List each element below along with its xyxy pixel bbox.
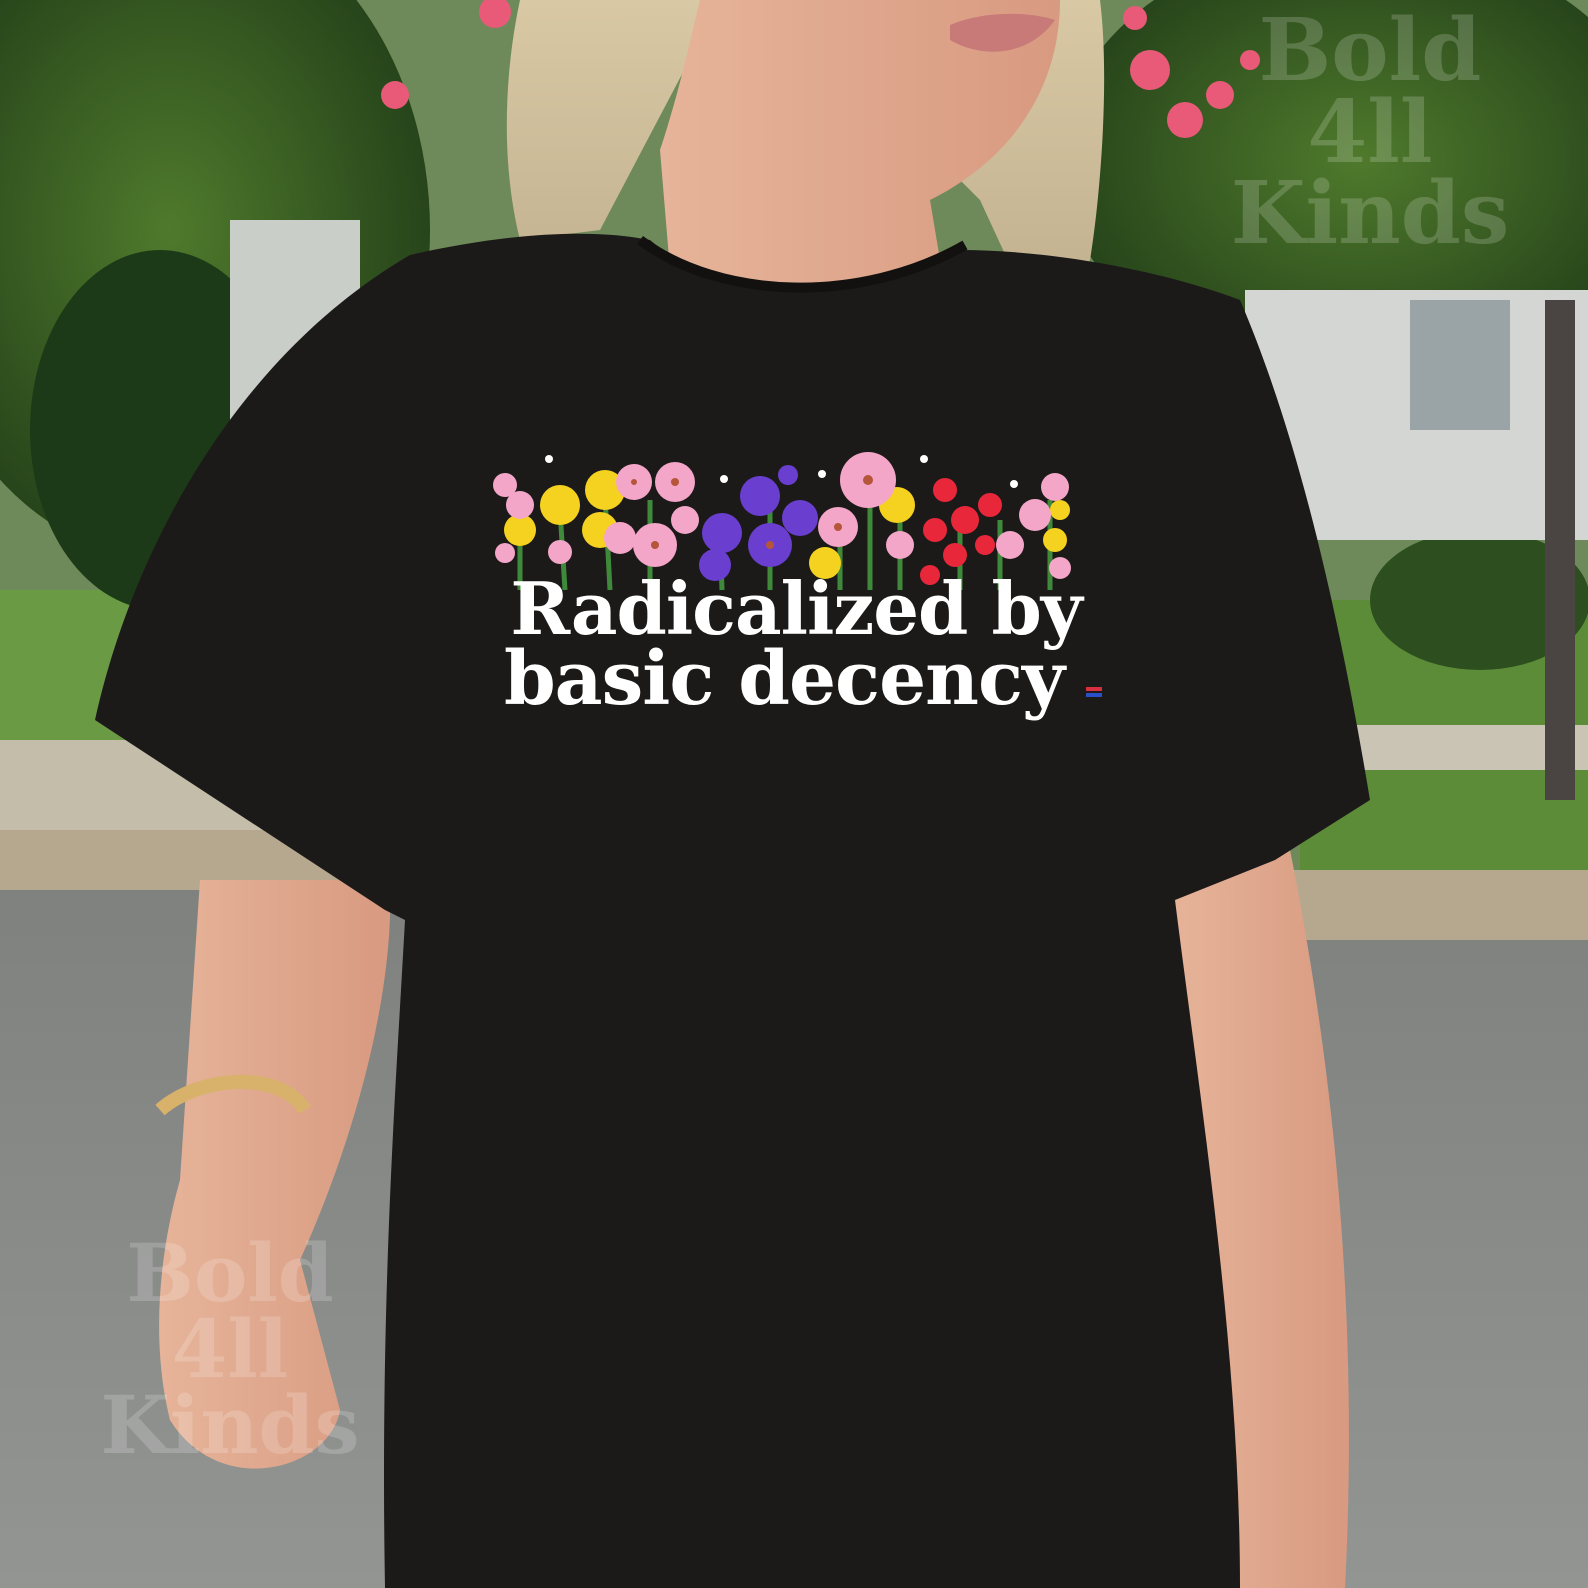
lamp-post	[1545, 300, 1575, 800]
watermark-line: Bold	[1258, 0, 1482, 101]
curb-right	[1270, 870, 1588, 940]
shirt-text-line2: basic decency	[503, 636, 1065, 722]
watermark-top: Bold 4ll Kinds	[1180, 0, 1560, 265]
watermark-line: Bold	[126, 1226, 334, 1320]
watermark-bottom: Bold 4ll Kinds	[20, 1226, 440, 1472]
house-window	[1410, 300, 1510, 430]
watermark-line: Kinds	[100, 1378, 360, 1472]
watermark-line: 4ll	[1307, 81, 1433, 183]
watermark-line: Kinds	[1230, 163, 1510, 265]
watermark-line: 4ll	[171, 1302, 289, 1396]
